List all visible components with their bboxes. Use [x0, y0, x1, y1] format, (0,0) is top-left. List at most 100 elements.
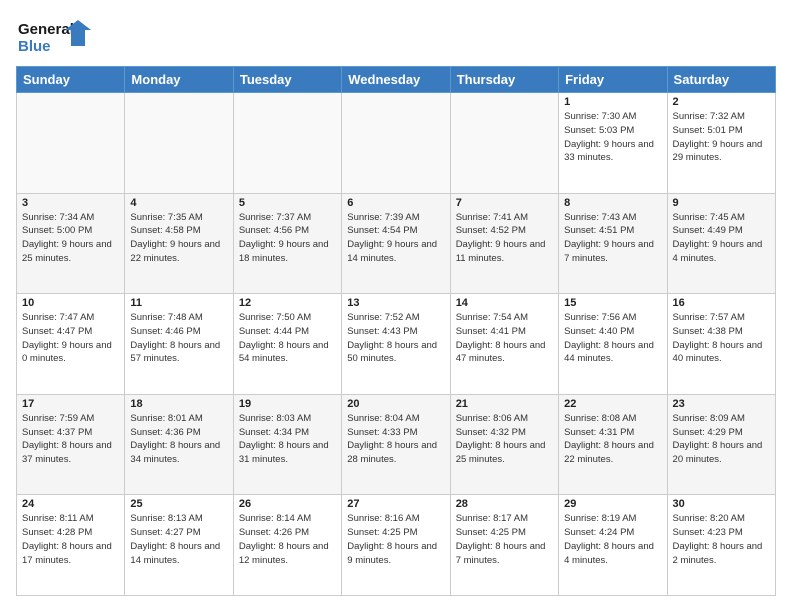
day-number: 5 [239, 197, 336, 209]
day-info: Sunrise: 7:43 AM Sunset: 4:51 PM Dayligh… [564, 211, 661, 266]
col-header-friday: Friday [559, 67, 667, 93]
day-info: Sunrise: 7:35 AM Sunset: 4:58 PM Dayligh… [130, 211, 227, 266]
day-number: 27 [347, 498, 444, 510]
day-cell [450, 93, 558, 194]
day-info: Sunrise: 8:19 AM Sunset: 4:24 PM Dayligh… [564, 512, 661, 567]
day-cell: 2 Sunrise: 7:32 AM Sunset: 5:01 PM Daylig… [667, 93, 775, 194]
day-number: 30 [673, 498, 770, 510]
day-cell: 7 Sunrise: 7:41 AM Sunset: 4:52 PM Daylig… [450, 193, 558, 294]
day-cell: 28 Sunrise: 8:17 AM Sunset: 4:25 PM Dayli… [450, 495, 558, 596]
week-row-1: 3 Sunrise: 7:34 AM Sunset: 5:00 PM Daylig… [17, 193, 776, 294]
day-cell [233, 93, 341, 194]
week-row-0: 1Sunrise: 7:30 AM Sunset: 5:03 PM Daylig… [17, 93, 776, 194]
day-info: Sunrise: 8:03 AM Sunset: 4:34 PM Dayligh… [239, 412, 336, 467]
day-info: Sunrise: 8:01 AM Sunset: 4:36 PM Dayligh… [130, 412, 227, 467]
day-cell: 27 Sunrise: 8:16 AM Sunset: 4:25 PM Dayli… [342, 495, 450, 596]
day-cell: 25 Sunrise: 8:13 AM Sunset: 4:27 PM Dayli… [125, 495, 233, 596]
day-number: 17 [22, 398, 119, 410]
day-cell: 26Sunrise: 8:14 AM Sunset: 4:26 PM Dayli… [233, 495, 341, 596]
week-row-3: 17 Sunrise: 7:59 AM Sunset: 4:37 PM Dayli… [17, 394, 776, 495]
logo-icon: GeneralBlue [16, 16, 96, 56]
day-number: 4 [130, 197, 227, 209]
day-number: 20 [347, 398, 444, 410]
day-cell [342, 93, 450, 194]
day-info: Sunrise: 8:11 AM Sunset: 4:28 PM Dayligh… [22, 512, 119, 567]
day-number: 10 [22, 297, 119, 309]
day-info: Sunrise: 7:56 AM Sunset: 4:40 PM Dayligh… [564, 311, 661, 366]
day-cell: 12 Sunrise: 7:50 AM Sunset: 4:44 PM Dayli… [233, 294, 341, 395]
day-info: Sunrise: 7:47 AM Sunset: 4:47 PM Dayligh… [22, 311, 119, 366]
day-info: Sunrise: 7:57 AM Sunset: 4:38 PM Dayligh… [673, 311, 770, 366]
calendar-body: 1Sunrise: 7:30 AM Sunset: 5:03 PM Daylig… [17, 93, 776, 596]
page: GeneralBlue SundayMondayTuesdayWednesday… [0, 0, 792, 612]
calendar: SundayMondayTuesdayWednesdayThursdayFrid… [16, 66, 776, 596]
col-header-monday: Monday [125, 67, 233, 93]
day-cell: 8Sunrise: 7:43 AM Sunset: 4:51 PM Daylig… [559, 193, 667, 294]
day-number: 3 [22, 197, 119, 209]
day-cell: 17 Sunrise: 7:59 AM Sunset: 4:37 PM Dayli… [17, 394, 125, 495]
day-cell [17, 93, 125, 194]
day-number: 22 [564, 398, 661, 410]
header: GeneralBlue [16, 16, 776, 56]
day-info: Sunrise: 8:17 AM Sunset: 4:25 PM Dayligh… [456, 512, 553, 567]
day-info: Sunrise: 7:45 AM Sunset: 4:49 PM Dayligh… [673, 211, 770, 266]
day-number: 1 [564, 96, 661, 108]
day-number: 13 [347, 297, 444, 309]
day-number: 18 [130, 398, 227, 410]
day-number: 24 [22, 498, 119, 510]
day-info: Sunrise: 7:48 AM Sunset: 4:46 PM Dayligh… [130, 311, 227, 366]
col-header-sunday: Sunday [17, 67, 125, 93]
day-number: 2 [673, 96, 770, 108]
day-number: 26 [239, 498, 336, 510]
day-info: Sunrise: 7:34 AM Sunset: 5:00 PM Dayligh… [22, 211, 119, 266]
day-info: Sunrise: 7:52 AM Sunset: 4:43 PM Dayligh… [347, 311, 444, 366]
day-number: 25 [130, 498, 227, 510]
day-cell: 21 Sunrise: 8:06 AM Sunset: 4:32 PM Dayli… [450, 394, 558, 495]
day-number: 15 [564, 297, 661, 309]
day-info: Sunrise: 7:41 AM Sunset: 4:52 PM Dayligh… [456, 211, 553, 266]
day-number: 19 [239, 398, 336, 410]
svg-text:Blue: Blue [18, 38, 51, 55]
col-header-tuesday: Tuesday [233, 67, 341, 93]
day-number: 23 [673, 398, 770, 410]
day-cell: 11Sunrise: 7:48 AM Sunset: 4:46 PM Dayli… [125, 294, 233, 395]
day-cell: 30Sunrise: 8:20 AM Sunset: 4:23 PM Dayli… [667, 495, 775, 596]
day-cell: 3 Sunrise: 7:34 AM Sunset: 5:00 PM Daylig… [17, 193, 125, 294]
logo: GeneralBlue [16, 16, 96, 56]
day-info: Sunrise: 8:04 AM Sunset: 4:33 PM Dayligh… [347, 412, 444, 467]
day-number: 12 [239, 297, 336, 309]
day-number: 6 [347, 197, 444, 209]
day-cell: 1Sunrise: 7:30 AM Sunset: 5:03 PM Daylig… [559, 93, 667, 194]
day-cell: 6 Sunrise: 7:39 AM Sunset: 4:54 PM Daylig… [342, 193, 450, 294]
day-info: Sunrise: 8:09 AM Sunset: 4:29 PM Dayligh… [673, 412, 770, 467]
day-number: 29 [564, 498, 661, 510]
day-cell: 22 Sunrise: 8:08 AM Sunset: 4:31 PM Dayli… [559, 394, 667, 495]
day-info: Sunrise: 7:59 AM Sunset: 4:37 PM Dayligh… [22, 412, 119, 467]
day-number: 9 [673, 197, 770, 209]
day-cell [125, 93, 233, 194]
day-cell: 29 Sunrise: 8:19 AM Sunset: 4:24 PM Dayli… [559, 495, 667, 596]
day-cell: 9 Sunrise: 7:45 AM Sunset: 4:49 PM Daylig… [667, 193, 775, 294]
day-cell: 18 Sunrise: 8:01 AM Sunset: 4:36 PM Dayli… [125, 394, 233, 495]
week-row-4: 24 Sunrise: 8:11 AM Sunset: 4:28 PM Dayli… [17, 495, 776, 596]
day-info: Sunrise: 8:06 AM Sunset: 4:32 PM Dayligh… [456, 412, 553, 467]
day-number: 28 [456, 498, 553, 510]
day-number: 7 [456, 197, 553, 209]
day-info: Sunrise: 7:39 AM Sunset: 4:54 PM Dayligh… [347, 211, 444, 266]
day-cell: 24 Sunrise: 8:11 AM Sunset: 4:28 PM Dayli… [17, 495, 125, 596]
day-cell: 10 Sunrise: 7:47 AM Sunset: 4:47 PM Dayli… [17, 294, 125, 395]
week-row-2: 10 Sunrise: 7:47 AM Sunset: 4:47 PM Dayli… [17, 294, 776, 395]
day-info: Sunrise: 7:37 AM Sunset: 4:56 PM Dayligh… [239, 211, 336, 266]
day-info: Sunrise: 7:32 AM Sunset: 5:01 PM Dayligh… [673, 110, 770, 165]
calendar-header-row: SundayMondayTuesdayWednesdayThursdayFrid… [17, 67, 776, 93]
day-cell: 16 Sunrise: 7:57 AM Sunset: 4:38 PM Dayli… [667, 294, 775, 395]
day-info: Sunrise: 7:50 AM Sunset: 4:44 PM Dayligh… [239, 311, 336, 366]
day-number: 16 [673, 297, 770, 309]
day-info: Sunrise: 8:13 AM Sunset: 4:27 PM Dayligh… [130, 512, 227, 567]
day-info: Sunrise: 7:54 AM Sunset: 4:41 PM Dayligh… [456, 311, 553, 366]
day-cell: 15 Sunrise: 7:56 AM Sunset: 4:40 PM Dayli… [559, 294, 667, 395]
day-info: Sunrise: 8:08 AM Sunset: 4:31 PM Dayligh… [564, 412, 661, 467]
day-info: Sunrise: 8:16 AM Sunset: 4:25 PM Dayligh… [347, 512, 444, 567]
day-cell: 4 Sunrise: 7:35 AM Sunset: 4:58 PM Daylig… [125, 193, 233, 294]
day-number: 21 [456, 398, 553, 410]
